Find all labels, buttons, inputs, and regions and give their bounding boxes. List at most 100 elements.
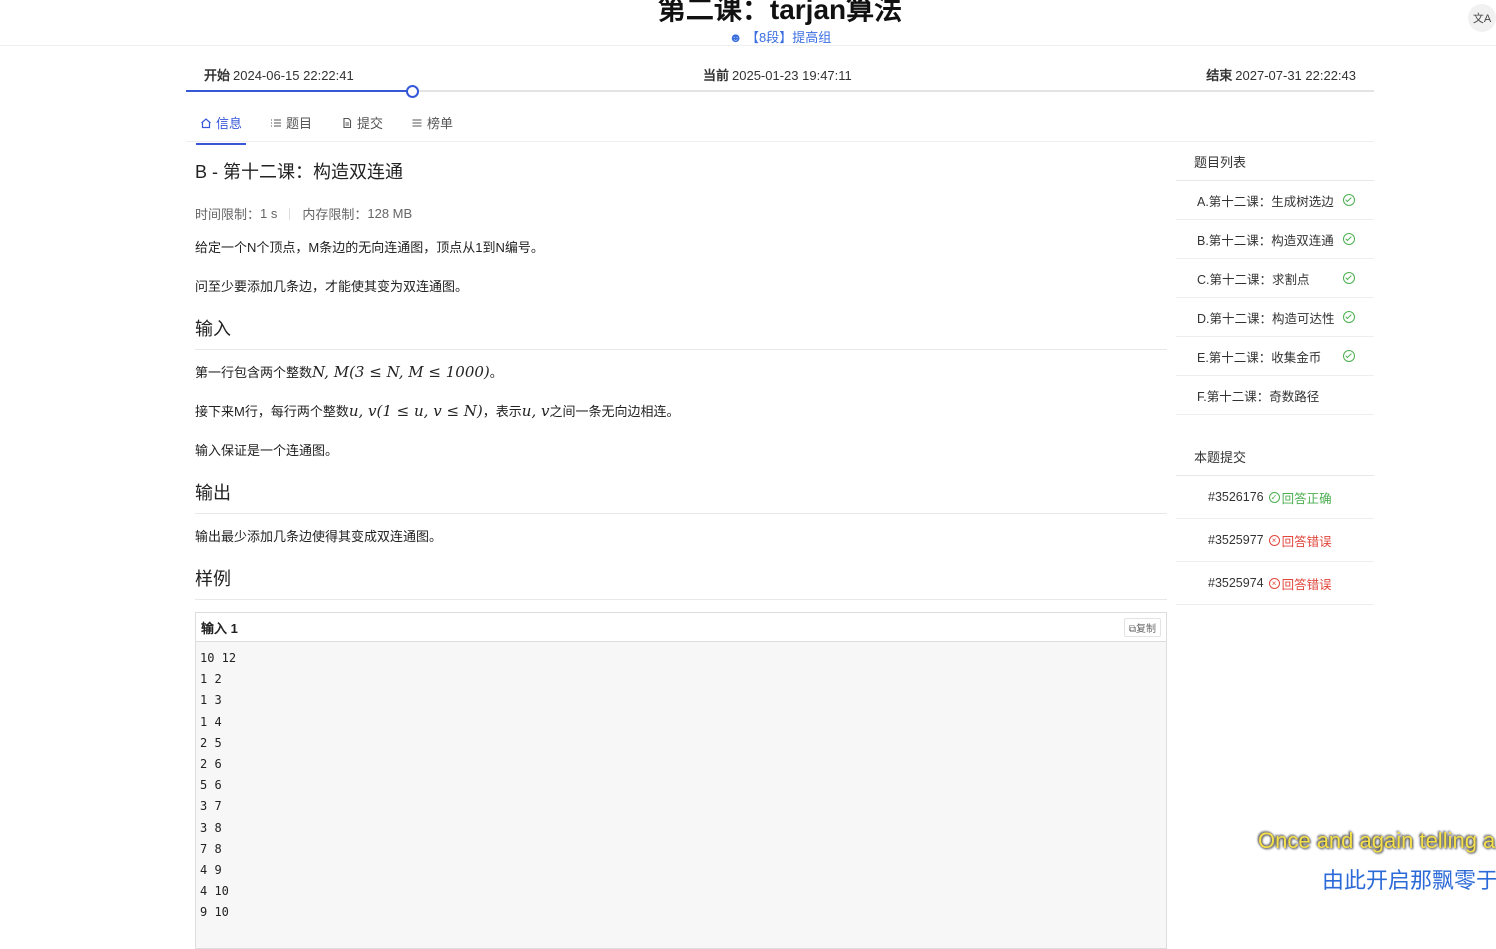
sample-line: 4 9 bbox=[200, 862, 222, 877]
input-heading: 输入 bbox=[195, 315, 1167, 350]
problem-list-item-label: A.第十二课：生成树选边 bbox=[1197, 194, 1334, 209]
submission-list: #3526176 ✓ 回答正确 #3525977 × 回答错误 #3525974 × 回答错误 bbox=[1176, 476, 1374, 605]
submission-id: #3525977 bbox=[1208, 533, 1264, 547]
input-line-2-mid: ，表示 bbox=[482, 404, 522, 419]
input-line-2: 接下来M行，每行两个整数u, v(1 ≤ u, v ≤ N)，表示u, v之间一… bbox=[195, 401, 1167, 420]
problem-list-item-label: B.第十二课：构造双连通 bbox=[1197, 233, 1334, 248]
problem-list-heading: 题目列表 bbox=[1176, 140, 1374, 181]
submission-id: #3525974 bbox=[1208, 576, 1264, 590]
input-line-1-text: 第一行包含两个整数 bbox=[195, 365, 313, 380]
time-limit-value: 1 s bbox=[260, 206, 278, 221]
problem-list-item[interactable]: D.第十二课：构造可达性 bbox=[1176, 298, 1374, 337]
sample-line: 7 8 bbox=[200, 841, 222, 856]
tab-problems[interactable]: 题目 bbox=[270, 113, 312, 132]
sample-line: 10 12 bbox=[200, 651, 237, 665]
start-value: 2024-06-15 22:22:41 bbox=[233, 68, 354, 83]
problem-list-item[interactable]: F.第十二课：奇数路径 bbox=[1176, 376, 1374, 415]
check-circle-icon bbox=[1343, 233, 1355, 245]
input-line-1-end: 。 bbox=[489, 365, 503, 380]
start-label: 开始 bbox=[204, 68, 231, 83]
contest-tabs: 信息 题目 提交 榜单 bbox=[186, 110, 1374, 145]
sample-line: 1 4 bbox=[200, 714, 222, 729]
sample-title: 输入 1 bbox=[201, 620, 238, 636]
memory-limit-value: 128 MB bbox=[367, 206, 413, 221]
sample-heading: 样例 bbox=[195, 565, 1167, 600]
divider bbox=[289, 207, 291, 220]
progress-handle bbox=[405, 85, 419, 98]
problem-title: B - 第十二课：构造双连通 bbox=[195, 162, 404, 182]
submission-item[interactable]: #3525974 × 回答错误 bbox=[1176, 562, 1374, 605]
subtitle-overlay-en: Once and again telling a bbox=[1258, 828, 1496, 853]
file-icon bbox=[343, 117, 352, 128]
problem-list-item-label: C.第十二课：求割点 bbox=[1197, 272, 1310, 287]
problem-list-item[interactable]: B.第十二课：构造双连通 bbox=[1176, 220, 1374, 259]
check-circle-icon bbox=[1343, 272, 1355, 284]
tab-info[interactable]: 信息 bbox=[195, 113, 247, 145]
current-time: 当前 2025-01-23 19:47:11 bbox=[703, 65, 852, 84]
memory-limit-label: 内存限制： bbox=[302, 207, 368, 222]
description-2: 问至少要添加几条边，才能使其变为双连通图。 bbox=[195, 279, 469, 294]
time-limit-label: 时间限制： bbox=[195, 207, 261, 222]
tab-ranking-label: 榜单 bbox=[427, 116, 454, 131]
problem-list-item[interactable]: E.第十二课：收集金币 bbox=[1176, 337, 1374, 376]
check-circle-icon: ✓ bbox=[1268, 491, 1280, 503]
sample-line: 5 6 bbox=[200, 778, 222, 793]
subtitle-overlay-cn: 由此开启那飘零于 bbox=[1322, 868, 1496, 893]
sample-line: 2 6 bbox=[200, 756, 222, 771]
copy-icon: ⧉ bbox=[1128, 623, 1136, 635]
x-circle-icon: × bbox=[1268, 534, 1280, 546]
group-link[interactable]: ☻ 【8段】提高组 bbox=[0, 27, 1496, 46]
problem-list-item-label: D.第十二课：构造可达性 bbox=[1197, 311, 1335, 326]
sample-line: 4 10 bbox=[200, 884, 229, 899]
submission-item[interactable]: #3525977 × 回答错误 bbox=[1176, 519, 1374, 562]
list-ordered-icon bbox=[271, 118, 281, 127]
output-heading: 输出 bbox=[195, 479, 1167, 514]
submission-id: #3526176 bbox=[1208, 490, 1264, 504]
x-circle-icon: × bbox=[1268, 577, 1280, 589]
input-line-1: 第一行包含两个整数N, M(3 ≤ N, M ≤ 1000)。 bbox=[195, 362, 1167, 381]
translate-icon: 文A bbox=[1472, 13, 1492, 25]
submission-item[interactable]: #3526176 ✓ 回答正确 bbox=[1176, 476, 1374, 519]
input-line-3: 输入保证是一个连通图。 bbox=[195, 443, 339, 458]
users-icon: ☻ bbox=[728, 30, 743, 45]
problem-list-item-label: E.第十二课：收集金币 bbox=[1197, 350, 1322, 365]
problem-list-item[interactable]: A.第十二课：生成树选边 bbox=[1176, 181, 1374, 220]
problem-list-item-label: F.第十二课：奇数路径 bbox=[1197, 389, 1320, 404]
current-label: 当前 bbox=[703, 68, 730, 83]
check-circle-icon bbox=[1343, 350, 1355, 362]
submission-status: × 回答错误 bbox=[1268, 531, 1332, 550]
copy-button[interactable]: ⧉复制 bbox=[1123, 617, 1161, 637]
contest-timeline: 开始 2024-06-15 22:22:41 当前 2025-01-23 19:47… bbox=[186, 58, 1374, 98]
contest-header: 第二课：tarjan算法 ☻ 【8段】提高组 文A bbox=[0, 0, 1496, 46]
sample-line: 3 8 bbox=[200, 820, 222, 835]
end-label: 结束 bbox=[1206, 68, 1233, 83]
list-icon bbox=[412, 118, 422, 127]
output-line-1: 输出最少添加几条边使得其变成双连通图。 bbox=[195, 529, 443, 544]
sample-line: 1 2 bbox=[200, 672, 222, 687]
tab-submissions[interactable]: 提交 bbox=[341, 113, 383, 132]
description-1: 给定一个N个顶点，M条边的无向连通图，顶点从1到N编号。 bbox=[195, 240, 544, 255]
end-value: 2027-07-31 22:22:43 bbox=[1235, 68, 1356, 83]
problem-list-item[interactable]: C.第十二课：求割点 bbox=[1176, 259, 1374, 298]
submission-status-label: 回答错误 bbox=[1281, 534, 1332, 549]
check-circle-icon bbox=[1343, 311, 1355, 323]
sample-line: 3 7 bbox=[200, 799, 222, 814]
submission-status-label: 回答正确 bbox=[1281, 491, 1332, 506]
input-line-2-math2: u, v bbox=[521, 402, 550, 420]
copy-label: 复制 bbox=[1136, 623, 1156, 635]
check-circle-icon bbox=[1343, 194, 1355, 206]
progress-fill bbox=[186, 90, 412, 92]
problem-limits: 时间限制： 1 s 内存限制： 128 MB bbox=[195, 204, 1167, 223]
translate-button[interactable]: 文A bbox=[1468, 4, 1496, 32]
sample-input-box: 输入 1 ⧉复制 10 12 1 2 1 3 1 4 2 5 2 6 5 6 3 7 3 8 7 … bbox=[195, 612, 1167, 949]
end-time: 结束 2027-07-31 22:22:43 bbox=[1206, 65, 1356, 84]
tab-ranking[interactable]: 榜单 bbox=[411, 113, 453, 132]
submission-status: ✓ 回答正确 bbox=[1268, 488, 1332, 507]
input-line-1-math: N, M(3 ≤ N, M ≤ 1000) bbox=[312, 363, 490, 381]
sidebar: 题目列表 A.第十二课：生成树选边 B.第十二课：构造双连通 C.第十二课：求割点 D… bbox=[1176, 140, 1374, 605]
tab-info-label: 信息 bbox=[216, 116, 243, 131]
sample-header: 输入 1 ⧉复制 bbox=[196, 613, 1166, 642]
sample-line: 1 3 bbox=[200, 693, 222, 708]
group-label: 【8段】提高组 bbox=[746, 30, 832, 45]
sample-line: 2 5 bbox=[200, 735, 222, 750]
